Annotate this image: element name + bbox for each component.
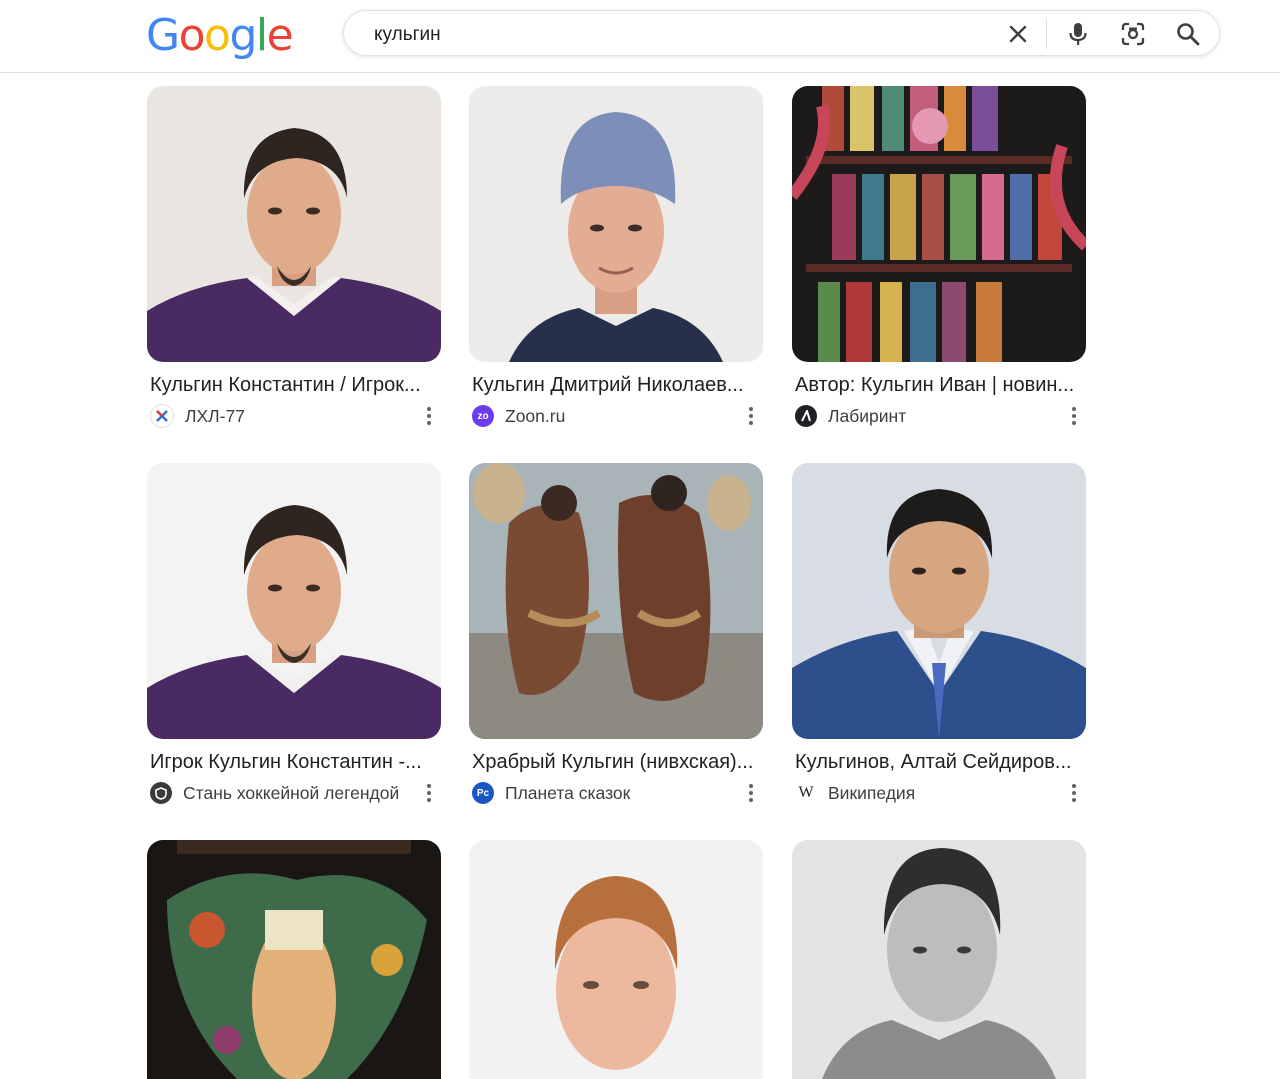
- logo-letter: o: [178, 10, 206, 61]
- lhl77-favicon-icon: [150, 404, 174, 428]
- top-bar: Google: [0, 0, 1280, 73]
- search-divider: [1046, 19, 1047, 49]
- more-options-icon[interactable]: [1064, 781, 1084, 805]
- zoon-favicon-icon: zo: [472, 405, 494, 427]
- result-caption[interactable]: Игрок Кульгин Константин -...: [150, 750, 440, 774]
- planeta-favicon-icon: Рс: [472, 782, 494, 804]
- shield-favicon-icon: [150, 782, 172, 804]
- google-logo[interactable]: Google: [146, 10, 294, 61]
- result-image-book-cover[interactable]: [792, 86, 1086, 362]
- result-image-book-cover-2[interactable]: [147, 840, 441, 1079]
- more-options-icon[interactable]: [419, 781, 439, 805]
- result-source[interactable]: Лабиринт: [795, 404, 906, 428]
- result-source-name: ЛХЛ-77: [185, 405, 245, 426]
- logo-letter: e: [266, 10, 294, 61]
- result-source[interactable]: zo Zoon.ru: [472, 404, 565, 428]
- result-image-young-man[interactable]: [469, 840, 763, 1079]
- result-source[interactable]: W Википедия: [795, 781, 915, 805]
- result-image-man-scrub-cap[interactable]: [469, 86, 763, 362]
- result-caption[interactable]: Кульгин Дмитрий Николаев...: [472, 373, 762, 397]
- microphone-icon[interactable]: [1064, 20, 1092, 48]
- logo-letter: l: [255, 10, 268, 61]
- result-image-man-in-suit[interactable]: [792, 463, 1086, 739]
- result-source-name: Википедия: [828, 782, 916, 803]
- result-image-hockey-player[interactable]: [147, 86, 441, 362]
- logo-letter: o: [204, 10, 231, 61]
- result-image-man-portrait-bw[interactable]: [792, 840, 1086, 1079]
- search-input[interactable]: [372, 23, 976, 47]
- close-icon[interactable]: [1004, 20, 1032, 48]
- more-options-icon[interactable]: [741, 781, 761, 805]
- result-source-name: Лабиринт: [828, 405, 907, 426]
- result-caption[interactable]: Кульгинов, Алтай Сейдиров...: [795, 750, 1085, 774]
- more-options-icon[interactable]: [741, 404, 761, 428]
- result-caption[interactable]: Автор: Кульгин Иван | новин...: [795, 373, 1085, 397]
- result-caption[interactable]: Храбрый Кульгин (нивхская)...: [472, 750, 762, 774]
- result-source-name: Стань хоккейной легендой: [183, 782, 400, 803]
- logo-letter: G: [146, 10, 180, 61]
- search-box: [343, 10, 1220, 56]
- result-image-painting-shamans[interactable]: [469, 463, 763, 739]
- result-source[interactable]: Стань хоккейной легендой: [150, 781, 399, 805]
- more-options-icon[interactable]: [419, 404, 439, 428]
- result-source[interactable]: ЛХЛ-77: [150, 404, 245, 428]
- lens-icon[interactable]: [1119, 20, 1147, 48]
- result-caption[interactable]: Кульгин Константин / Игрок...: [150, 373, 440, 397]
- result-source[interactable]: Рс Планета сказок: [472, 781, 630, 805]
- more-options-icon[interactable]: [1064, 404, 1084, 428]
- logo-letter: g: [229, 10, 257, 61]
- search-icon[interactable]: [1174, 20, 1202, 48]
- result-source-name: Zoon.ru: [505, 405, 566, 426]
- wikipedia-favicon-icon: W: [795, 782, 817, 804]
- labirint-favicon-icon: [795, 405, 817, 427]
- result-source-name: Планета сказок: [505, 782, 631, 803]
- result-image-hockey-player-2[interactable]: [147, 463, 441, 739]
